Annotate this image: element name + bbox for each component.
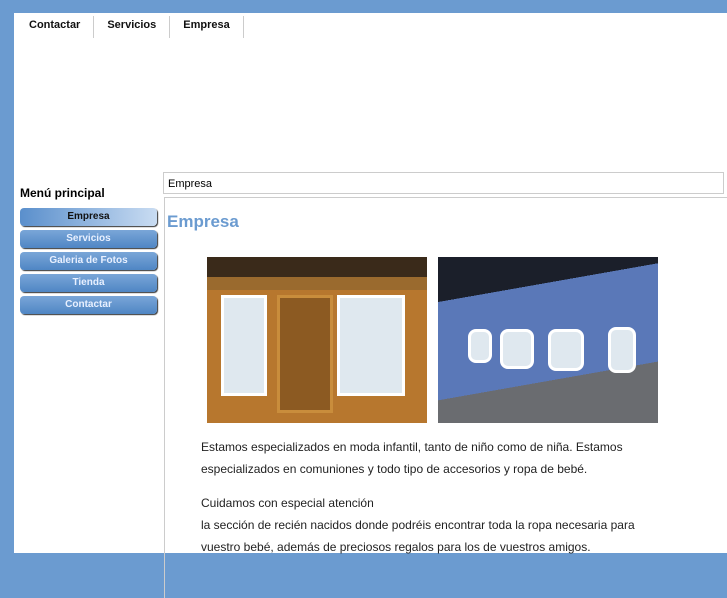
page-title: Empresa — [167, 212, 239, 231]
shop-window — [221, 295, 267, 396]
shop-door — [277, 295, 333, 413]
body-text: Estamos especializados en moda infantil,… — [201, 436, 671, 558]
shop-front-photo — [207, 257, 427, 423]
menu-title: Menú principal — [20, 186, 105, 200]
menu-item-tienda[interactable]: Tienda — [20, 274, 157, 292]
nav-servicios[interactable]: Servicios — [94, 16, 171, 38]
shop-window — [500, 329, 534, 369]
nav-empresa[interactable]: Empresa — [170, 16, 244, 38]
top-nav: Contactar Servicios Empresa — [16, 16, 244, 38]
shop-window — [468, 329, 492, 363]
shop-window — [608, 327, 636, 373]
page-panel: Contactar Servicios Empresa Menú princip… — [14, 13, 727, 598]
sidebar: Menú principal Empresa Servicios Galeria… — [14, 185, 162, 318]
nav-contactar[interactable]: Contactar — [16, 16, 95, 38]
menu-item-servicios[interactable]: Servicios — [20, 230, 157, 248]
shop-window — [337, 295, 405, 396]
menu-item-contactar[interactable]: Contactar — [20, 296, 157, 314]
menu-item-galeria[interactable]: Galeria de Fotos — [20, 252, 157, 270]
paragraph: Cuidamos con especial atención — [201, 496, 374, 510]
paragraph: Estamos especializados en moda infantil,… — [201, 440, 623, 476]
menu-item-empresa[interactable]: Empresa — [20, 208, 157, 226]
content-area: Empresa Estamos especializados en moda i… — [164, 197, 727, 598]
breadcrumb: Empresa — [163, 172, 724, 194]
shop-exterior-photo — [438, 257, 658, 423]
paragraph: la sección de recién nacidos donde podré… — [201, 518, 635, 554]
shop-window — [548, 329, 584, 371]
